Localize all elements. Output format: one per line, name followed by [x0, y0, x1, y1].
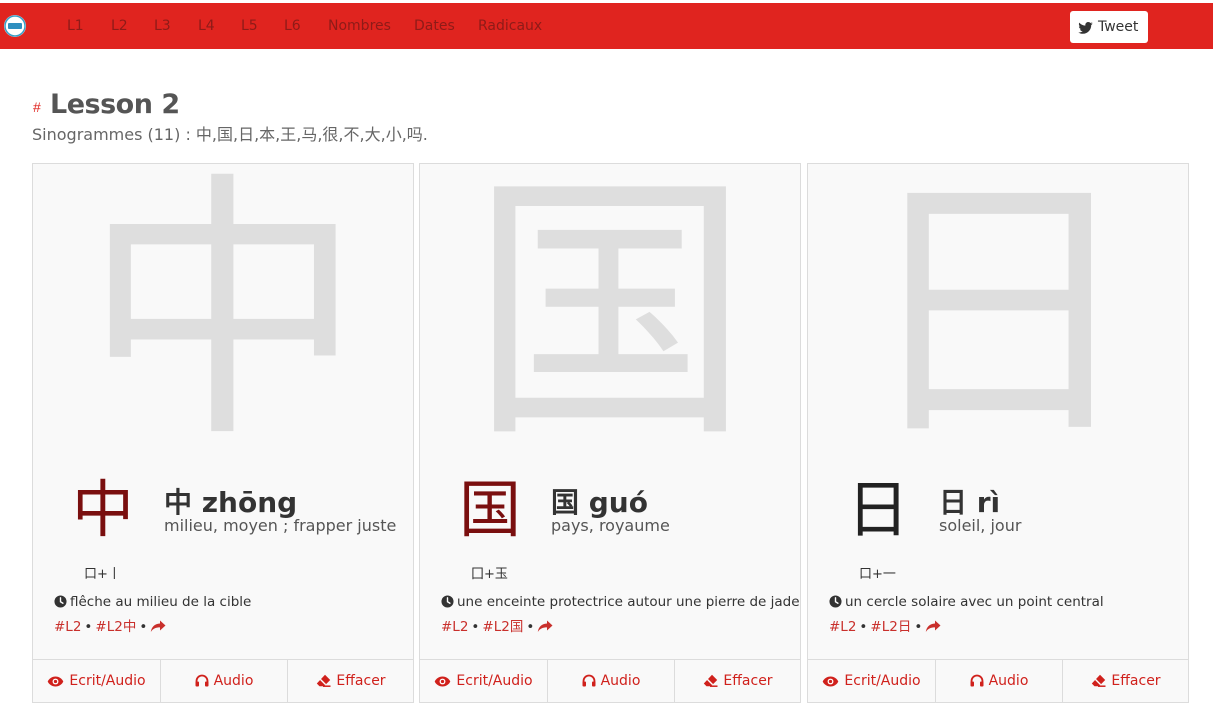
write-audio-button[interactable]: Ecrit/Audio — [420, 660, 547, 703]
tag-link[interactable]: #L2 — [441, 619, 468, 635]
tweet-button[interactable]: Tweet — [1070, 11, 1148, 43]
mnemonic: un cercle solaire avec un point central — [829, 594, 1104, 610]
headphones-icon — [582, 674, 596, 687]
tag-link[interactable]: #L2中 — [95, 619, 136, 635]
tag-list: #L2 • #L2中 • — [54, 615, 166, 635]
erase-label: Effacer — [336, 673, 386, 689]
mnemonic-text: une enceinte protectrice autour une pier… — [457, 594, 800, 610]
mnemonic: flêche au milieu de la cible — [54, 594, 251, 610]
character-list: Sinogrammes (11) : 中,国,日,本,王,马,很,不,大,小,吗… — [32, 125, 428, 144]
audio-label: Audio — [988, 673, 1029, 689]
write-audio-label: Ecrit/Audio — [844, 673, 921, 689]
tag-link[interactable]: #L2 — [829, 619, 856, 635]
eye-icon — [435, 676, 451, 687]
card-actions: Ecrit/Audio Audio Effacer — [420, 659, 801, 703]
background-character: 日 — [858, 150, 1138, 476]
tag-link[interactable]: #L2国 — [482, 619, 523, 635]
character-card: 国 国 国 guó pays, royaume 囗+玉 une enceinte… — [419, 163, 801, 703]
erase-button[interactable]: Effacer — [287, 660, 414, 703]
eraser-icon — [704, 674, 718, 687]
eraser-icon — [317, 674, 331, 687]
card-actions: Ecrit/Audio Audio Effacer — [33, 659, 414, 703]
nav-link-l5[interactable]: L5 — [241, 18, 258, 34]
erase-label: Effacer — [723, 673, 773, 689]
share-arrow-icon[interactable] — [537, 620, 553, 633]
write-audio-button[interactable]: Ecrit/Audio — [33, 660, 160, 703]
mnemonic-text: un cercle solaire avec un point central — [845, 594, 1104, 610]
clock-icon — [829, 595, 842, 608]
mnemonic-text: flêche au milieu de la cible — [70, 594, 252, 610]
heading-anchor[interactable]: # — [33, 99, 41, 115]
decomposition: 口+一 — [859, 567, 896, 582]
eye-icon — [48, 676, 64, 687]
nav-link-l2[interactable]: L2 — [111, 18, 128, 34]
erase-button[interactable]: Effacer — [674, 660, 801, 703]
meaning: soleil, jour — [939, 516, 1022, 535]
write-audio-label: Ecrit/Audio — [69, 673, 146, 689]
write-audio-label: Ecrit/Audio — [456, 673, 533, 689]
meaning: pays, royaume — [551, 516, 670, 535]
clock-icon — [441, 595, 454, 608]
nav-link-l1[interactable]: L1 — [67, 18, 84, 34]
stroke-character[interactable]: 国 — [455, 466, 525, 554]
headword: 日 rì — [939, 486, 1001, 519]
character-card: 中 中 中 zhōng milieu, moyen ; frapper just… — [32, 163, 414, 703]
site-logo-icon[interactable] — [4, 15, 26, 37]
write-audio-button[interactable]: Ecrit/Audio — [808, 660, 935, 703]
eye-icon — [823, 676, 839, 687]
audio-button[interactable]: Audio — [547, 660, 674, 703]
tag-link[interactable]: #L2日 — [870, 619, 911, 635]
nav-link-radicaux[interactable]: Radicaux — [478, 18, 542, 34]
audio-label: Audio — [600, 673, 641, 689]
stroke-character[interactable]: 中 — [68, 466, 138, 554]
nav-link-dates[interactable]: Dates — [414, 18, 455, 34]
meaning: milieu, moyen ; frapper juste — [164, 516, 397, 535]
headphones-icon — [195, 674, 209, 687]
tweet-label: Tweet — [1098, 19, 1139, 35]
share-arrow-icon[interactable] — [925, 620, 941, 633]
twitter-bird-icon — [1078, 22, 1093, 34]
background-character: 国 — [470, 150, 750, 476]
eraser-icon — [1092, 674, 1106, 687]
character-card: 日 日 日 rì soleil, jour 口+一 un cercle sola… — [807, 163, 1189, 703]
erase-label: Effacer — [1111, 673, 1161, 689]
tag-list: #L2 • #L2日 • — [829, 615, 941, 635]
nav-link-l3[interactable]: L3 — [154, 18, 171, 34]
headphones-icon — [970, 674, 984, 687]
top-navbar: L1 L2 L3 L4 L5 L6 Nombres Dates Radicaux… — [0, 3, 1213, 49]
decomposition: 口+丨 — [84, 567, 121, 582]
page-title: Lesson 2 — [50, 89, 180, 120]
audio-label: Audio — [213, 673, 254, 689]
erase-button[interactable]: Effacer — [1062, 660, 1189, 703]
audio-button[interactable]: Audio — [160, 660, 287, 703]
decomposition: 囗+玉 — [471, 567, 508, 582]
nav-link-nombres[interactable]: Nombres — [328, 18, 391, 34]
stroke-character[interactable]: 日 — [843, 466, 913, 554]
headword: 国 guó — [551, 486, 648, 519]
share-arrow-icon[interactable] — [150, 620, 166, 633]
tag-link[interactable]: #L2 — [54, 619, 81, 635]
nav-link-l6[interactable]: L6 — [284, 18, 301, 34]
clock-icon — [54, 595, 67, 608]
nav-link-l4[interactable]: L4 — [198, 18, 215, 34]
card-actions: Ecrit/Audio Audio Effacer — [808, 659, 1189, 703]
background-character: 中 — [83, 150, 363, 476]
headword: 中 zhōng — [164, 486, 298, 519]
audio-button[interactable]: Audio — [935, 660, 1062, 703]
tag-list: #L2 • #L2国 • — [441, 615, 553, 635]
mnemonic: une enceinte protectrice autour une pier… — [441, 594, 800, 610]
